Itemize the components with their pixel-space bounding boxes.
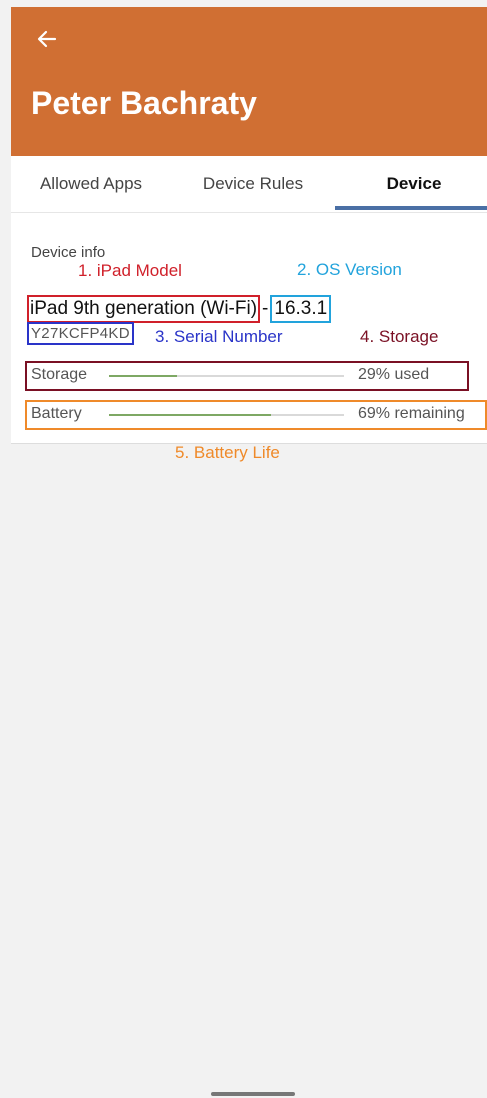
- storage-progress-bar: [109, 375, 344, 377]
- battery-label: Battery: [31, 405, 82, 422]
- tab-bar: Allowed Apps Device Rules Device: [11, 156, 487, 213]
- separator: -: [262, 298, 269, 319]
- battery-progress-fill: [109, 414, 272, 416]
- active-tab-indicator: [335, 206, 487, 210]
- os-version: 16.3.1: [270, 295, 332, 323]
- serial-number: Y27KCFP4KD: [27, 322, 134, 345]
- tab-allowed-apps[interactable]: Allowed Apps: [21, 156, 161, 212]
- back-button[interactable]: [31, 23, 63, 55]
- device-model: iPad 9th generation (Wi-Fi): [27, 295, 261, 323]
- device-line: iPad 9th generation (Wi-Fi) - 16.3.1: [27, 295, 332, 323]
- tab-device[interactable]: Device: [341, 156, 487, 212]
- storage-row: Storage 29% used: [25, 361, 469, 391]
- storage-progress-fill: [109, 375, 178, 377]
- annotation-os-version: 2. OS Version: [297, 260, 402, 279]
- section-label: Device info: [31, 244, 106, 261]
- page-title: Peter Bachraty: [31, 85, 257, 121]
- battery-value: 69% remaining: [358, 405, 465, 422]
- storage-value: 29% used: [358, 366, 430, 383]
- home-indicator: [211, 1092, 295, 1096]
- arrow-left-icon: [37, 30, 57, 48]
- battery-progress-bar: [109, 414, 344, 416]
- annotation-model: 1. iPad Model: [78, 261, 182, 280]
- annotation-storage: 4. Storage: [360, 327, 439, 346]
- annotation-battery: 5. Battery Life: [175, 443, 280, 462]
- app-bar: Peter Bachraty: [11, 7, 487, 156]
- tab-device-rules[interactable]: Device Rules: [183, 156, 323, 212]
- storage-label: Storage: [31, 366, 88, 383]
- annotation-serial: 3. Serial Number: [155, 327, 283, 346]
- device-info-card: Device info 1. iPad Model 2. OS Version …: [11, 213, 487, 444]
- battery-row: Battery 69% remaining: [25, 400, 487, 430]
